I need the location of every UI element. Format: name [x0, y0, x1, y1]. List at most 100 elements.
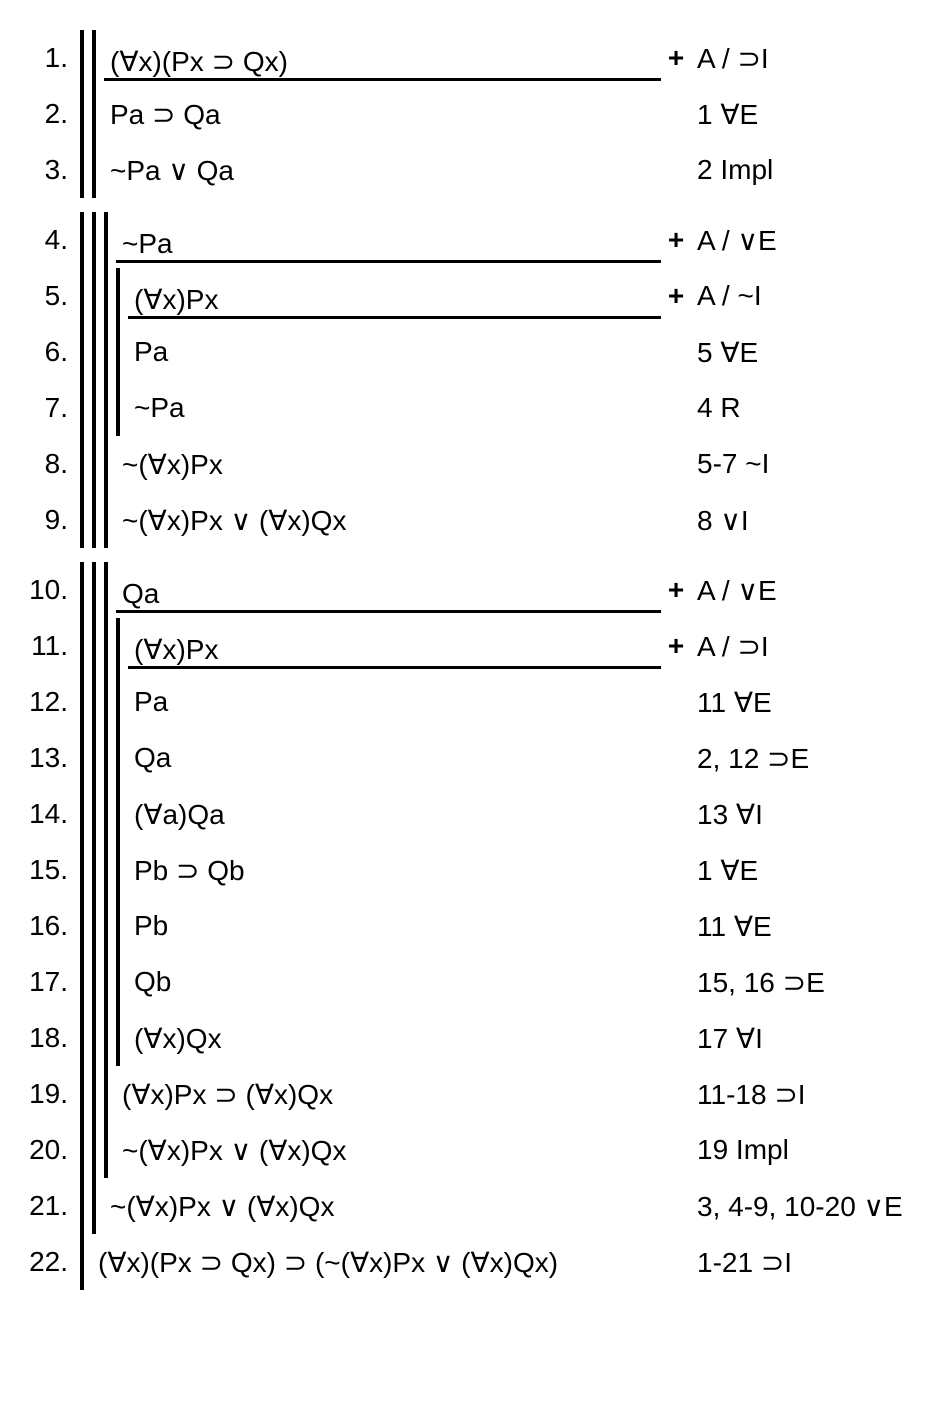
formula-cell: (∀x)Px ⊃ (∀x)Qx	[116, 1066, 661, 1122]
formula-cell: (∀x)Px	[128, 618, 661, 674]
formula: ~(∀x)Px ∨ (∀x)Qx	[104, 1180, 661, 1233]
scope-bars	[80, 562, 116, 618]
formula-cell: ~(∀x)Px ∨ (∀x)Qx	[116, 492, 661, 548]
scope-bars	[80, 842, 128, 898]
formula-cell: ~(∀x)Px	[116, 436, 661, 492]
proof-line: 12.Pa11 ∀E	[20, 674, 926, 730]
formula-cell: Qa	[116, 562, 661, 618]
scope-bars	[80, 1122, 116, 1178]
scope-bar	[92, 324, 96, 380]
proof-line: 19.(∀x)Px ⊃ (∀x)Qx11-18 ⊃I	[20, 1066, 926, 1122]
proof-line: 10.Qa+A / ∨E	[20, 562, 926, 618]
scope-bars	[80, 324, 128, 380]
formula: Pa	[128, 676, 661, 728]
line-number: 22.	[20, 1246, 80, 1278]
justification: 2, 12 ⊃E	[691, 742, 926, 775]
justification: A / ⊃I	[691, 630, 926, 663]
scope-bar	[80, 954, 84, 1010]
proof-line: 22.(∀x)(Px ⊃ Qx) ⊃ (~(∀x)Px ∨ (∀x)Qx)1-2…	[20, 1234, 926, 1290]
proof-line: 6.Pa5 ∀E	[20, 324, 926, 380]
assumption-marker: +	[661, 630, 691, 662]
scope-bar	[92, 436, 96, 492]
spacer	[20, 198, 926, 212]
justification: 17 ∀I	[691, 1022, 926, 1055]
formula: (∀x)(Px ⊃ Qx) ⊃ (~(∀x)Px ∨ (∀x)Qx)	[92, 1236, 661, 1289]
scope-bar	[80, 730, 84, 786]
scope-bar	[80, 898, 84, 954]
line-number: 6.	[20, 336, 80, 368]
line-number: 8.	[20, 448, 80, 480]
scope-bar	[92, 1010, 96, 1066]
assumption-marker: +	[661, 42, 691, 74]
scope-bar	[92, 674, 96, 730]
line-number: 4.	[20, 224, 80, 256]
scope-bars	[80, 380, 128, 436]
scope-bar	[104, 492, 108, 548]
scope-bar	[80, 562, 84, 618]
scope-bar	[80, 436, 84, 492]
scope-bar	[92, 898, 96, 954]
scope-bar	[92, 212, 96, 268]
scope-bar	[80, 324, 84, 380]
proof-line: 16.Pb11 ∀E	[20, 898, 926, 954]
scope-bars	[80, 30, 104, 86]
scope-bars	[80, 1066, 116, 1122]
formula: (∀x)Px ⊃ (∀x)Qx	[116, 1068, 661, 1121]
line-number: 3.	[20, 154, 80, 186]
scope-bar	[116, 380, 120, 436]
formula: (∀a)Qa	[128, 788, 661, 841]
line-number: 7.	[20, 392, 80, 424]
formula-cell: Pa	[128, 324, 661, 380]
scope-bars	[80, 492, 116, 548]
scope-bar	[104, 1010, 108, 1066]
scope-bar	[104, 842, 108, 898]
scope-bar	[92, 954, 96, 1010]
formula: ~Pa	[128, 382, 661, 434]
scope-bar	[104, 730, 108, 786]
scope-bar	[104, 1122, 108, 1178]
proof-line: 8.~(∀x)Px5-7 ~I	[20, 436, 926, 492]
scope-bar	[92, 1066, 96, 1122]
proof-line: 9.~(∀x)Px ∨ (∀x)Qx8 ∨I	[20, 492, 926, 548]
scope-bar	[92, 30, 96, 86]
line-number: 2.	[20, 98, 80, 130]
scope-bars	[80, 898, 128, 954]
justification: 4 R	[691, 392, 926, 424]
justification: 1 ∀E	[691, 98, 926, 131]
scope-bars	[80, 674, 128, 730]
formula-cell: Pb ⊃ Qb	[128, 842, 661, 898]
scope-bar	[80, 380, 84, 436]
scope-bar	[104, 436, 108, 492]
formula: ~(∀x)Px ∨ (∀x)Qx	[116, 494, 661, 547]
scope-bars	[80, 142, 104, 198]
scope-bar	[104, 562, 108, 618]
line-number: 13.	[20, 742, 80, 774]
scope-bars	[80, 436, 116, 492]
scope-bar	[80, 1066, 84, 1122]
formula: Qa	[116, 568, 661, 613]
justification: 13 ∀I	[691, 798, 926, 831]
scope-bar	[92, 786, 96, 842]
scope-bar	[80, 1010, 84, 1066]
justification: 19 Impl	[691, 1134, 926, 1166]
formula-cell: (∀x)Qx	[128, 1010, 661, 1066]
line-number: 11.	[20, 630, 80, 662]
scope-bar	[116, 898, 120, 954]
line-number: 15.	[20, 854, 80, 886]
formula: (∀x)Px	[128, 273, 661, 319]
scope-bar	[104, 324, 108, 380]
scope-bar	[80, 30, 84, 86]
proof-line: 2.Pa ⊃ Qa1 ∀E	[20, 86, 926, 142]
scope-bar	[92, 86, 96, 142]
scope-bar	[80, 842, 84, 898]
justification: A / ∨E	[691, 574, 926, 607]
formula: (∀x)(Px ⊃ Qx)	[104, 35, 661, 81]
scope-bar	[116, 674, 120, 730]
justification: A / ∨E	[691, 224, 926, 257]
proof-line: 14.(∀a)Qa13 ∀I	[20, 786, 926, 842]
scope-bar	[104, 380, 108, 436]
proof-line: 4.~Pa+A / ∨E	[20, 212, 926, 268]
formula-cell: (∀x)(Px ⊃ Qx) ⊃ (~(∀x)Px ∨ (∀x)Qx)	[92, 1234, 661, 1290]
scope-bar	[116, 786, 120, 842]
scope-bar	[92, 1122, 96, 1178]
